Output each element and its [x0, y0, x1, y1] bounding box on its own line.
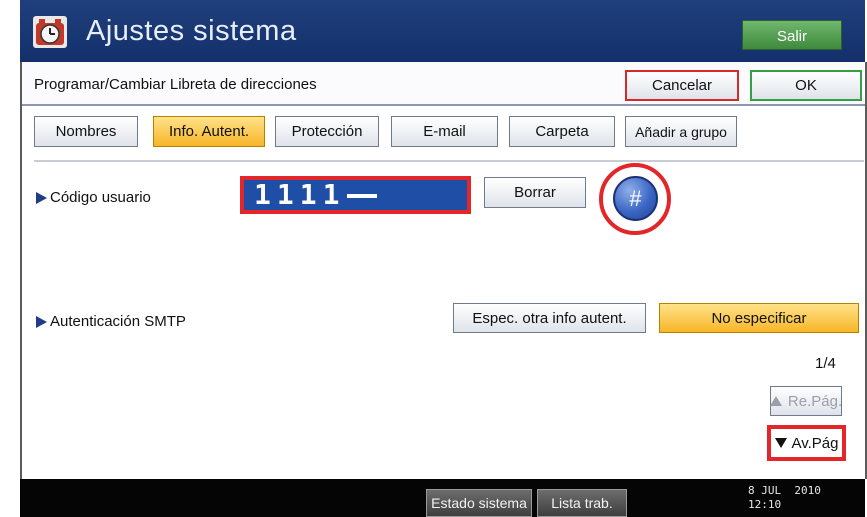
time-text: 12:10	[748, 498, 782, 511]
form-header: Programar/Cambiar Libreta de direcciones…	[22, 62, 865, 106]
tab-info-autent[interactable]: Info. Autent.	[153, 116, 265, 147]
specify-other-auth-button[interactable]: Espec. otra info autent.	[453, 303, 646, 333]
job-list-button[interactable]: Lista trab.	[537, 489, 627, 517]
next-page-button[interactable]: Av.Pág	[767, 425, 846, 461]
user-code-row-label: Código usuario	[36, 189, 151, 206]
clear-button[interactable]: Borrar	[484, 177, 586, 208]
tab-carpeta[interactable]: Carpeta	[509, 116, 615, 147]
next-page-label: Av.Pág	[791, 434, 839, 452]
arrow-right-icon	[36, 191, 47, 204]
hash-button[interactable]: #	[613, 176, 658, 221]
cancel-button[interactable]: Cancelar	[625, 70, 739, 101]
previous-page-button[interactable]: Re.Pág.	[769, 386, 843, 416]
do-not-specify-button[interactable]: No especificar	[659, 303, 859, 333]
system-status-button[interactable]: Estado sistema	[426, 489, 532, 517]
date-text: 8 JUL 2010	[748, 484, 821, 497]
tab-proteccion[interactable]: Protección	[275, 116, 379, 147]
user-code-label: Código usuario	[50, 189, 151, 206]
divider	[34, 160, 864, 162]
main-panel: Programar/Cambiar Libreta de direcciones…	[20, 62, 867, 479]
user-code-value: 1111	[254, 178, 346, 211]
arrow-right-icon	[36, 315, 47, 328]
previous-page-label: Re.Pág.	[787, 392, 843, 410]
tab-anadir-a-grupo[interactable]: Añadir a grupo	[625, 116, 737, 147]
smtp-auth-label: Autenticación SMTP	[50, 313, 186, 330]
exit-button-label: Salir	[776, 27, 807, 45]
clock-settings-icon	[33, 16, 67, 48]
arrow-up-icon	[769, 396, 782, 406]
tab-email[interactable]: E-mail	[391, 116, 498, 147]
arrow-down-icon	[774, 438, 787, 448]
exit-button[interactable]: Salir	[742, 20, 842, 50]
title-bar: Ajustes sistema Salir	[20, 0, 865, 62]
smtp-auth-row-label: Autenticación SMTP	[36, 313, 186, 330]
status-bar: Estado sistema Lista trab.	[20, 479, 865, 517]
text-cursor	[347, 194, 378, 198]
form-heading: Programar/Cambiar Libreta de direcciones	[34, 76, 317, 93]
date-time-display: 8 JUL 2010 12:10	[748, 484, 821, 512]
user-code-input[interactable]: 1111	[240, 176, 471, 214]
window-title: Ajustes sistema	[86, 15, 297, 47]
tab-nombres[interactable]: Nombres	[34, 116, 138, 147]
page-indicator: 1/4	[815, 355, 836, 372]
ok-button[interactable]: OK	[750, 70, 862, 101]
device-screen: Ajustes sistema Salir Programar/Cambiar …	[20, 0, 867, 517]
